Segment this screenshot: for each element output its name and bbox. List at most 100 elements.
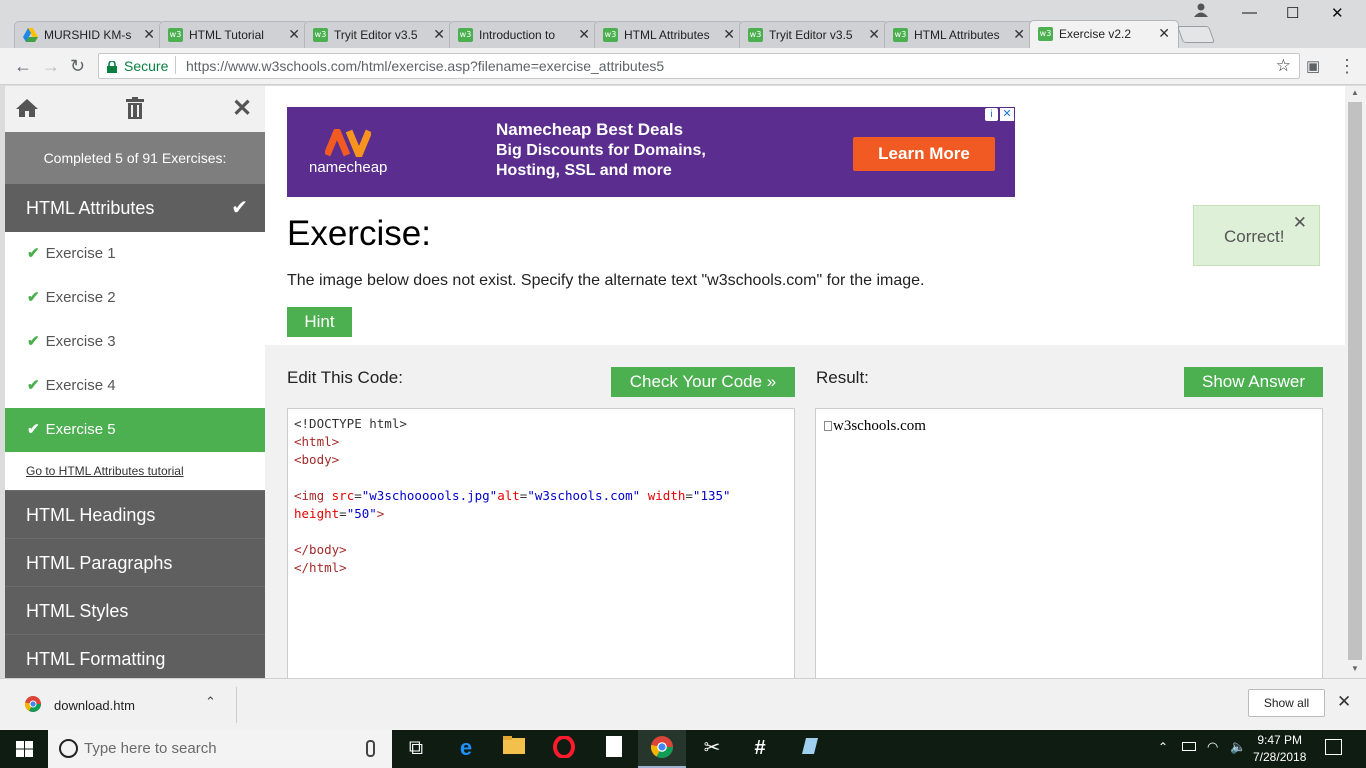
- tab-tryit-1[interactable]: w3 Tryit Editor v3.5 ✕: [304, 21, 454, 48]
- taskbar-opera[interactable]: [540, 730, 588, 768]
- tab-close-icon[interactable]: ✕: [723, 26, 735, 43]
- folder-icon: [502, 736, 526, 760]
- trash-icon[interactable]: [126, 97, 144, 119]
- taskbar-edge[interactable]: e: [442, 730, 490, 768]
- topic-html-styles[interactable]: HTML Styles: [5, 586, 265, 634]
- exercise-item[interactable]: ✔ Exercise 3: [5, 320, 265, 364]
- code-editor[interactable]: <!DOCTYPE html> <html> <body> <img src="…: [287, 408, 795, 678]
- code-line: <img src="w3schoooools.jpg"alt="w3school…: [294, 487, 788, 505]
- notification-icon[interactable]: [1325, 739, 1342, 755]
- close-sidebar-icon[interactable]: ✕: [232, 94, 252, 123]
- tab-label: Tryit Editor v3.5: [334, 28, 418, 42]
- task-view-button[interactable]: ⧉: [392, 730, 440, 768]
- tab-html-attributes-2[interactable]: w3 HTML Attributes ✕: [884, 21, 1034, 48]
- scroll-thumb[interactable]: [1348, 102, 1362, 660]
- topic-html-paragraphs[interactable]: HTML Paragraphs: [5, 538, 265, 586]
- window-close-icon[interactable]: ✕: [1331, 4, 1344, 22]
- close-icon[interactable]: ✕: [1293, 213, 1307, 233]
- close-downloads-icon[interactable]: ✕: [1337, 692, 1351, 712]
- taskbar-slack[interactable]: #: [736, 730, 784, 768]
- volume-icon[interactable]: 🔈: [1230, 739, 1246, 755]
- check-code-button[interactable]: Check Your Code »: [611, 367, 795, 397]
- hint-button[interactable]: Hint: [287, 307, 352, 337]
- task-view-icon: ⧉: [408, 737, 424, 759]
- scroll-down-icon[interactable]: ▼: [1351, 664, 1359, 673]
- checkmark-icon: ✔: [231, 197, 248, 219]
- scroll-up-icon[interactable]: ▲: [1351, 88, 1359, 97]
- ad-learn-more-button[interactable]: Learn More: [853, 137, 995, 171]
- profile-icon[interactable]: [1194, 3, 1208, 17]
- tab-close-icon[interactable]: ✕: [1158, 25, 1170, 42]
- section-label: HTML Attributes: [26, 198, 155, 218]
- taskbar-notepad[interactable]: [590, 730, 638, 768]
- exercise-item-active[interactable]: ✔ Exercise 5: [5, 408, 265, 452]
- forward-arrow-icon[interactable]: →: [42, 56, 60, 77]
- tab-html-tutorial[interactable]: w3 HTML Tutorial ✕: [159, 21, 309, 48]
- exercise-item[interactable]: ✔ Exercise 1: [5, 232, 265, 276]
- tab-close-icon[interactable]: ✕: [578, 26, 590, 43]
- tab-close-icon[interactable]: ✕: [1013, 26, 1025, 43]
- progress-label: Completed 5 of 91 Exercises:: [5, 132, 265, 184]
- chrome-file-icon: [24, 696, 41, 712]
- exercise-item[interactable]: ✔ Exercise 4: [5, 364, 265, 408]
- reload-icon[interactable]: ↻: [70, 56, 85, 77]
- section-html-attributes[interactable]: HTML Attributes ✔: [5, 184, 265, 232]
- tab-label: MURSHID KM-s: [44, 28, 132, 42]
- tutorial-link[interactable]: Go to HTML Attributes tutorial: [5, 452, 265, 490]
- tab-introduction[interactable]: w3 Introduction to ✕: [449, 21, 599, 48]
- home-icon[interactable]: [15, 98, 39, 118]
- menu-icon[interactable]: ⋮: [1338, 56, 1356, 77]
- topic-html-headings[interactable]: HTML Headings: [5, 490, 265, 538]
- editor-area: Edit This Code: Check Your Code » Result…: [265, 345, 1345, 678]
- taskbar-tools[interactable]: ✂: [688, 730, 736, 768]
- microphone-icon[interactable]: [366, 740, 375, 757]
- battery-icon[interactable]: [1182, 742, 1196, 751]
- code-token: =: [339, 506, 347, 521]
- bookmark-star-icon[interactable]: ☆: [1276, 56, 1291, 76]
- chevron-up-icon[interactable]: ⌃: [205, 694, 216, 710]
- wifi-icon[interactable]: ◠: [1207, 739, 1218, 755]
- tab-tryit-2[interactable]: w3 Tryit Editor v3.5 ✕: [739, 21, 889, 48]
- taskbar-explorer[interactable]: [490, 730, 538, 768]
- scrollbar[interactable]: ▲ ▼: [1345, 86, 1366, 678]
- clock[interactable]: 9:47 PM 7/28/2018: [1253, 732, 1306, 766]
- taskbar-chrome[interactable]: [638, 730, 686, 768]
- chevron-up-icon[interactable]: ⌃: [1158, 740, 1168, 754]
- new-tab-button[interactable]: [1176, 26, 1216, 43]
- tab-close-icon[interactable]: ✕: [433, 26, 445, 43]
- tab-drive[interactable]: MURSHID KM-s ✕: [14, 21, 164, 48]
- show-all-button[interactable]: Show all: [1248, 689, 1325, 717]
- windows-start-icon[interactable]: [16, 741, 33, 757]
- minimize-icon[interactable]: —: [1242, 4, 1257, 21]
- exercise-label: Exercise 4: [45, 377, 116, 394]
- extension-icon[interactable]: ▣: [1306, 57, 1320, 75]
- ad-banner[interactable]: namecheap Namecheap Best Deals Big Disco…: [287, 107, 1015, 197]
- w3schools-icon: w3: [1038, 27, 1053, 41]
- back-arrow-icon[interactable]: ←: [14, 56, 32, 77]
- tab-close-icon[interactable]: ✕: [868, 26, 880, 43]
- lock-icon: [107, 60, 117, 73]
- ad-info-icon[interactable]: i: [985, 108, 998, 121]
- ad-close-icon[interactable]: ✕: [1000, 108, 1014, 121]
- tab-exercise[interactable]: w3 Exercise v2.2 ✕: [1029, 20, 1179, 48]
- topic-html-formatting[interactable]: HTML Formatting: [5, 634, 265, 682]
- address-bar[interactable]: Secure https://www.w3schools.com/html/ex…: [98, 53, 1300, 79]
- tab-close-icon[interactable]: ✕: [143, 26, 155, 43]
- show-answer-button[interactable]: Show Answer: [1184, 367, 1323, 397]
- clock-date: 7/28/2018: [1253, 750, 1307, 764]
- maximize-icon[interactable]: ☐: [1286, 4, 1299, 22]
- exercise-item[interactable]: ✔ Exercise 2: [5, 276, 265, 320]
- exercise-sidebar: ✕ Completed 5 of 91 Exercises: HTML Attr…: [5, 86, 265, 682]
- url-separator: [175, 56, 176, 74]
- slack-icon: #: [754, 737, 766, 759]
- taskbar-app[interactable]: [786, 730, 834, 768]
- download-filename[interactable]: download.htm: [54, 698, 135, 713]
- divider: [236, 687, 237, 723]
- app-icon: [798, 736, 822, 760]
- cortana-icon: [59, 739, 78, 758]
- tab-close-icon[interactable]: ✕: [288, 26, 300, 43]
- taskbar-search[interactable]: Type here to search: [48, 730, 392, 768]
- w3schools-icon: w3: [168, 28, 183, 42]
- tab-html-attributes-1[interactable]: w3 HTML Attributes ✕: [594, 21, 744, 48]
